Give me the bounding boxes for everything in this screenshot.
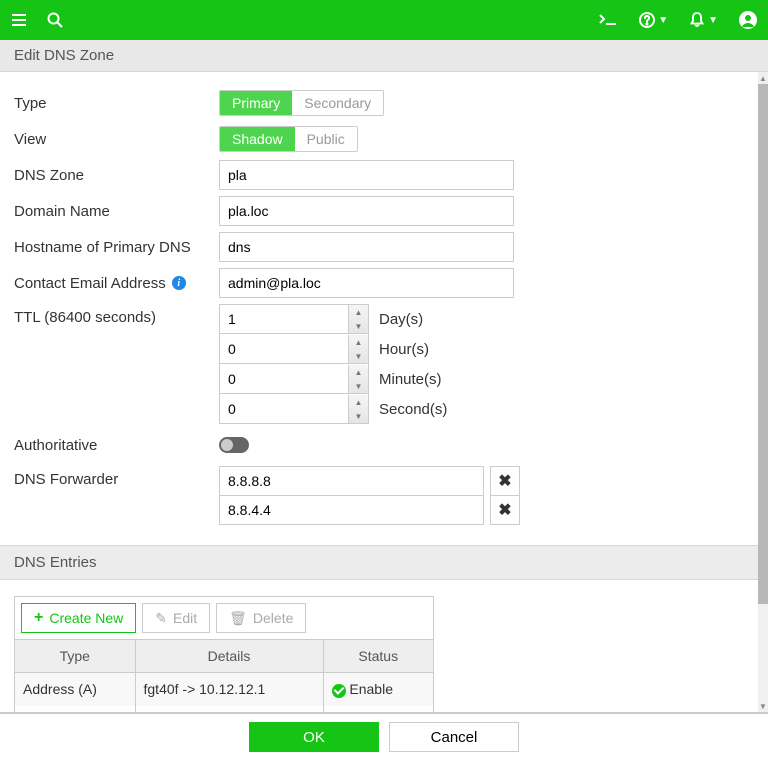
ok-button[interactable]: OK — [249, 722, 379, 752]
form-area: Type Primary Secondary View Shadow Publi… — [0, 72, 768, 712]
type-secondary-option[interactable]: Secondary — [292, 91, 383, 115]
authoritative-label: Authoritative — [14, 437, 219, 454]
pencil-icon: ✎ — [155, 610, 167, 627]
search-icon[interactable] — [46, 11, 64, 29]
view-label: View — [14, 131, 219, 148]
ttl-hours-input[interactable] — [219, 334, 369, 364]
type-primary-option[interactable]: Primary — [220, 91, 292, 115]
ttl-seconds-unit: Second(s) — [379, 401, 447, 418]
dnszone-input[interactable] — [219, 160, 514, 190]
ttl-minutes-input[interactable] — [219, 364, 369, 394]
entries-table-container: +Create New ✎Edit 🗑Delete Type Details S… — [14, 596, 434, 712]
check-icon — [332, 684, 346, 698]
cell-status: Enable — [323, 673, 433, 706]
edit-button[interactable]: ✎Edit — [142, 603, 210, 633]
trash-icon: 🗑 — [229, 610, 247, 627]
cell-type: Address (A) — [15, 673, 135, 706]
spinner-buttons[interactable]: ▲▼ — [348, 365, 368, 393]
domain-label: Domain Name — [14, 203, 219, 220]
top-bar: ▼ ▼ — [0, 0, 768, 40]
help-icon[interactable]: ▼ — [638, 11, 668, 29]
forwarder-1-remove-button[interactable]: ✖ — [490, 466, 520, 496]
forwarder-2-input[interactable] — [219, 495, 484, 525]
create-new-button[interactable]: +Create New — [21, 603, 136, 633]
col-type-header[interactable]: Type — [15, 640, 135, 673]
forwarder-1-input[interactable] — [219, 466, 484, 496]
forwarder-2-remove-button[interactable]: ✖ — [490, 495, 520, 525]
caret-down-icon: ▼ — [708, 15, 718, 26]
domain-input[interactable] — [219, 196, 514, 226]
plus-icon: + — [34, 609, 43, 627]
delete-button[interactable]: 🗑Delete — [216, 603, 306, 633]
entries-table: Type Details Status Address (A) fgt40f -… — [15, 639, 433, 712]
forwarder-label: DNS Forwarder — [14, 466, 219, 488]
cancel-button[interactable]: Cancel — [389, 722, 519, 752]
table-row[interactable]: Address (A) fgt40f -> 10.12.12.1 Enable — [15, 673, 433, 706]
ttl-minutes-unit: Minute(s) — [379, 371, 442, 388]
type-segment: Primary Secondary — [219, 90, 384, 116]
scroll-down-arrow[interactable]: ▼ — [758, 700, 768, 712]
scrollbar-thumb[interactable] — [758, 84, 768, 604]
spinner-buttons[interactable]: ▲▼ — [348, 305, 368, 333]
hostname-input[interactable] — [219, 232, 514, 262]
hamburger-icon[interactable] — [10, 11, 28, 29]
ttl-label: TTL (86400 seconds) — [14, 304, 219, 326]
cli-icon[interactable] — [598, 13, 618, 27]
ttl-days-unit: Day(s) — [379, 311, 423, 328]
spinner-buttons[interactable]: ▲▼ — [348, 395, 368, 423]
footer: OK Cancel — [0, 712, 768, 760]
authoritative-toggle[interactable] — [219, 437, 249, 453]
cell-details: fgt40f -> 10.12.12.1 — [135, 673, 323, 706]
table-row-empty — [15, 706, 433, 713]
ttl-days-input[interactable] — [219, 304, 369, 334]
view-segment: Shadow Public — [219, 126, 358, 152]
email-input[interactable] — [219, 268, 514, 298]
type-label: Type — [14, 95, 219, 112]
page-title: Edit DNS Zone — [0, 40, 768, 72]
dns-entries-heading: DNS Entries — [0, 545, 768, 580]
view-public-option[interactable]: Public — [295, 127, 357, 151]
user-icon[interactable] — [738, 10, 758, 30]
view-shadow-option[interactable]: Shadow — [220, 127, 295, 151]
ttl-seconds-input[interactable] — [219, 394, 369, 424]
caret-down-icon: ▼ — [658, 15, 668, 26]
col-status-header[interactable]: Status — [323, 640, 433, 673]
email-label: Contact Email Addressi — [14, 275, 219, 292]
scroll-up-arrow[interactable]: ▲ — [758, 72, 768, 84]
bell-icon[interactable]: ▼ — [688, 11, 718, 29]
col-details-header[interactable]: Details — [135, 640, 323, 673]
info-icon[interactable]: i — [172, 276, 186, 290]
hostname-label: Hostname of Primary DNS — [14, 239, 219, 256]
ttl-hours-unit: Hour(s) — [379, 341, 429, 358]
dnszone-label: DNS Zone — [14, 167, 219, 184]
scrollbar-track[interactable]: ▲ ▼ — [758, 72, 768, 712]
spinner-buttons[interactable]: ▲▼ — [348, 335, 368, 363]
